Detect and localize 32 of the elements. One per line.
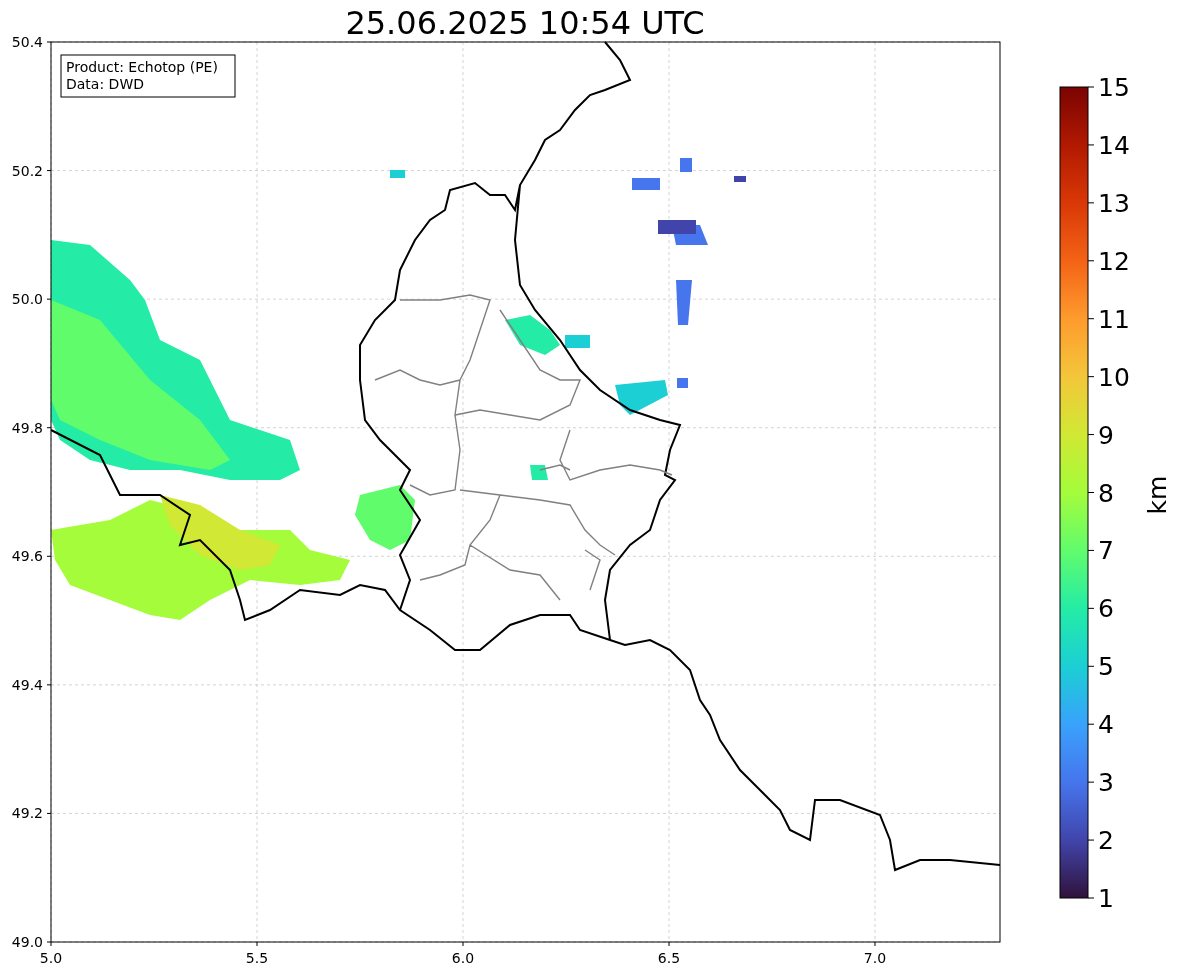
y-tick-label: 49.6 — [11, 548, 43, 565]
colorbar-tick-label: 15 — [1098, 73, 1130, 102]
colorbar-tick-label: 9 — [1098, 420, 1114, 450]
colorbar-tick-label: 10 — [1098, 362, 1130, 392]
colorbar-label: km — [1143, 475, 1172, 515]
chart-title: 25.06.2025 10:54 UTC — [345, 4, 705, 42]
colorbar-tick-label: 3 — [1098, 768, 1114, 798]
y-tick-label: 49.2 — [11, 805, 43, 822]
y-tick-label: 49.0 — [11, 934, 43, 950]
legend-text: Product: Echotop (PE) — [66, 59, 218, 75]
x-tick-label: 5.5 — [245, 950, 269, 966]
colorbar-tick-label: 7 — [1098, 536, 1114, 566]
y-tick-label: 49.4 — [11, 676, 43, 693]
colorbar-tick-label: 4 — [1098, 710, 1114, 740]
colorbar-tick-label: 2 — [1098, 826, 1114, 856]
y-tick-label: 50.2 — [11, 162, 43, 179]
x-tick-label: 6.5 — [657, 950, 681, 966]
y-tick-label: 50.4 — [11, 34, 43, 50]
x-tick-label: 5.0 — [39, 950, 63, 966]
colorbar-tick-label: 11 — [1098, 304, 1130, 334]
y-tick-label: 49.8 — [11, 419, 43, 436]
x-tick-label: 7.0 — [863, 950, 887, 966]
y-tick-label: 50.0 — [11, 291, 43, 308]
colorbar-tick-label: 12 — [1098, 246, 1130, 276]
legend-text: Data: DWD — [66, 76, 144, 92]
x-tick-label: 6.0 — [451, 950, 475, 966]
colorbar-tick-label: 1 — [1098, 884, 1114, 913]
colorbar-tick-label: 8 — [1098, 478, 1114, 508]
colorbar-tick-label: 13 — [1098, 188, 1130, 218]
colorbar-tick-label: 14 — [1098, 130, 1130, 160]
colorbar-tick-label: 6 — [1098, 594, 1114, 624]
colorbar-tick-label: 5 — [1098, 652, 1114, 682]
